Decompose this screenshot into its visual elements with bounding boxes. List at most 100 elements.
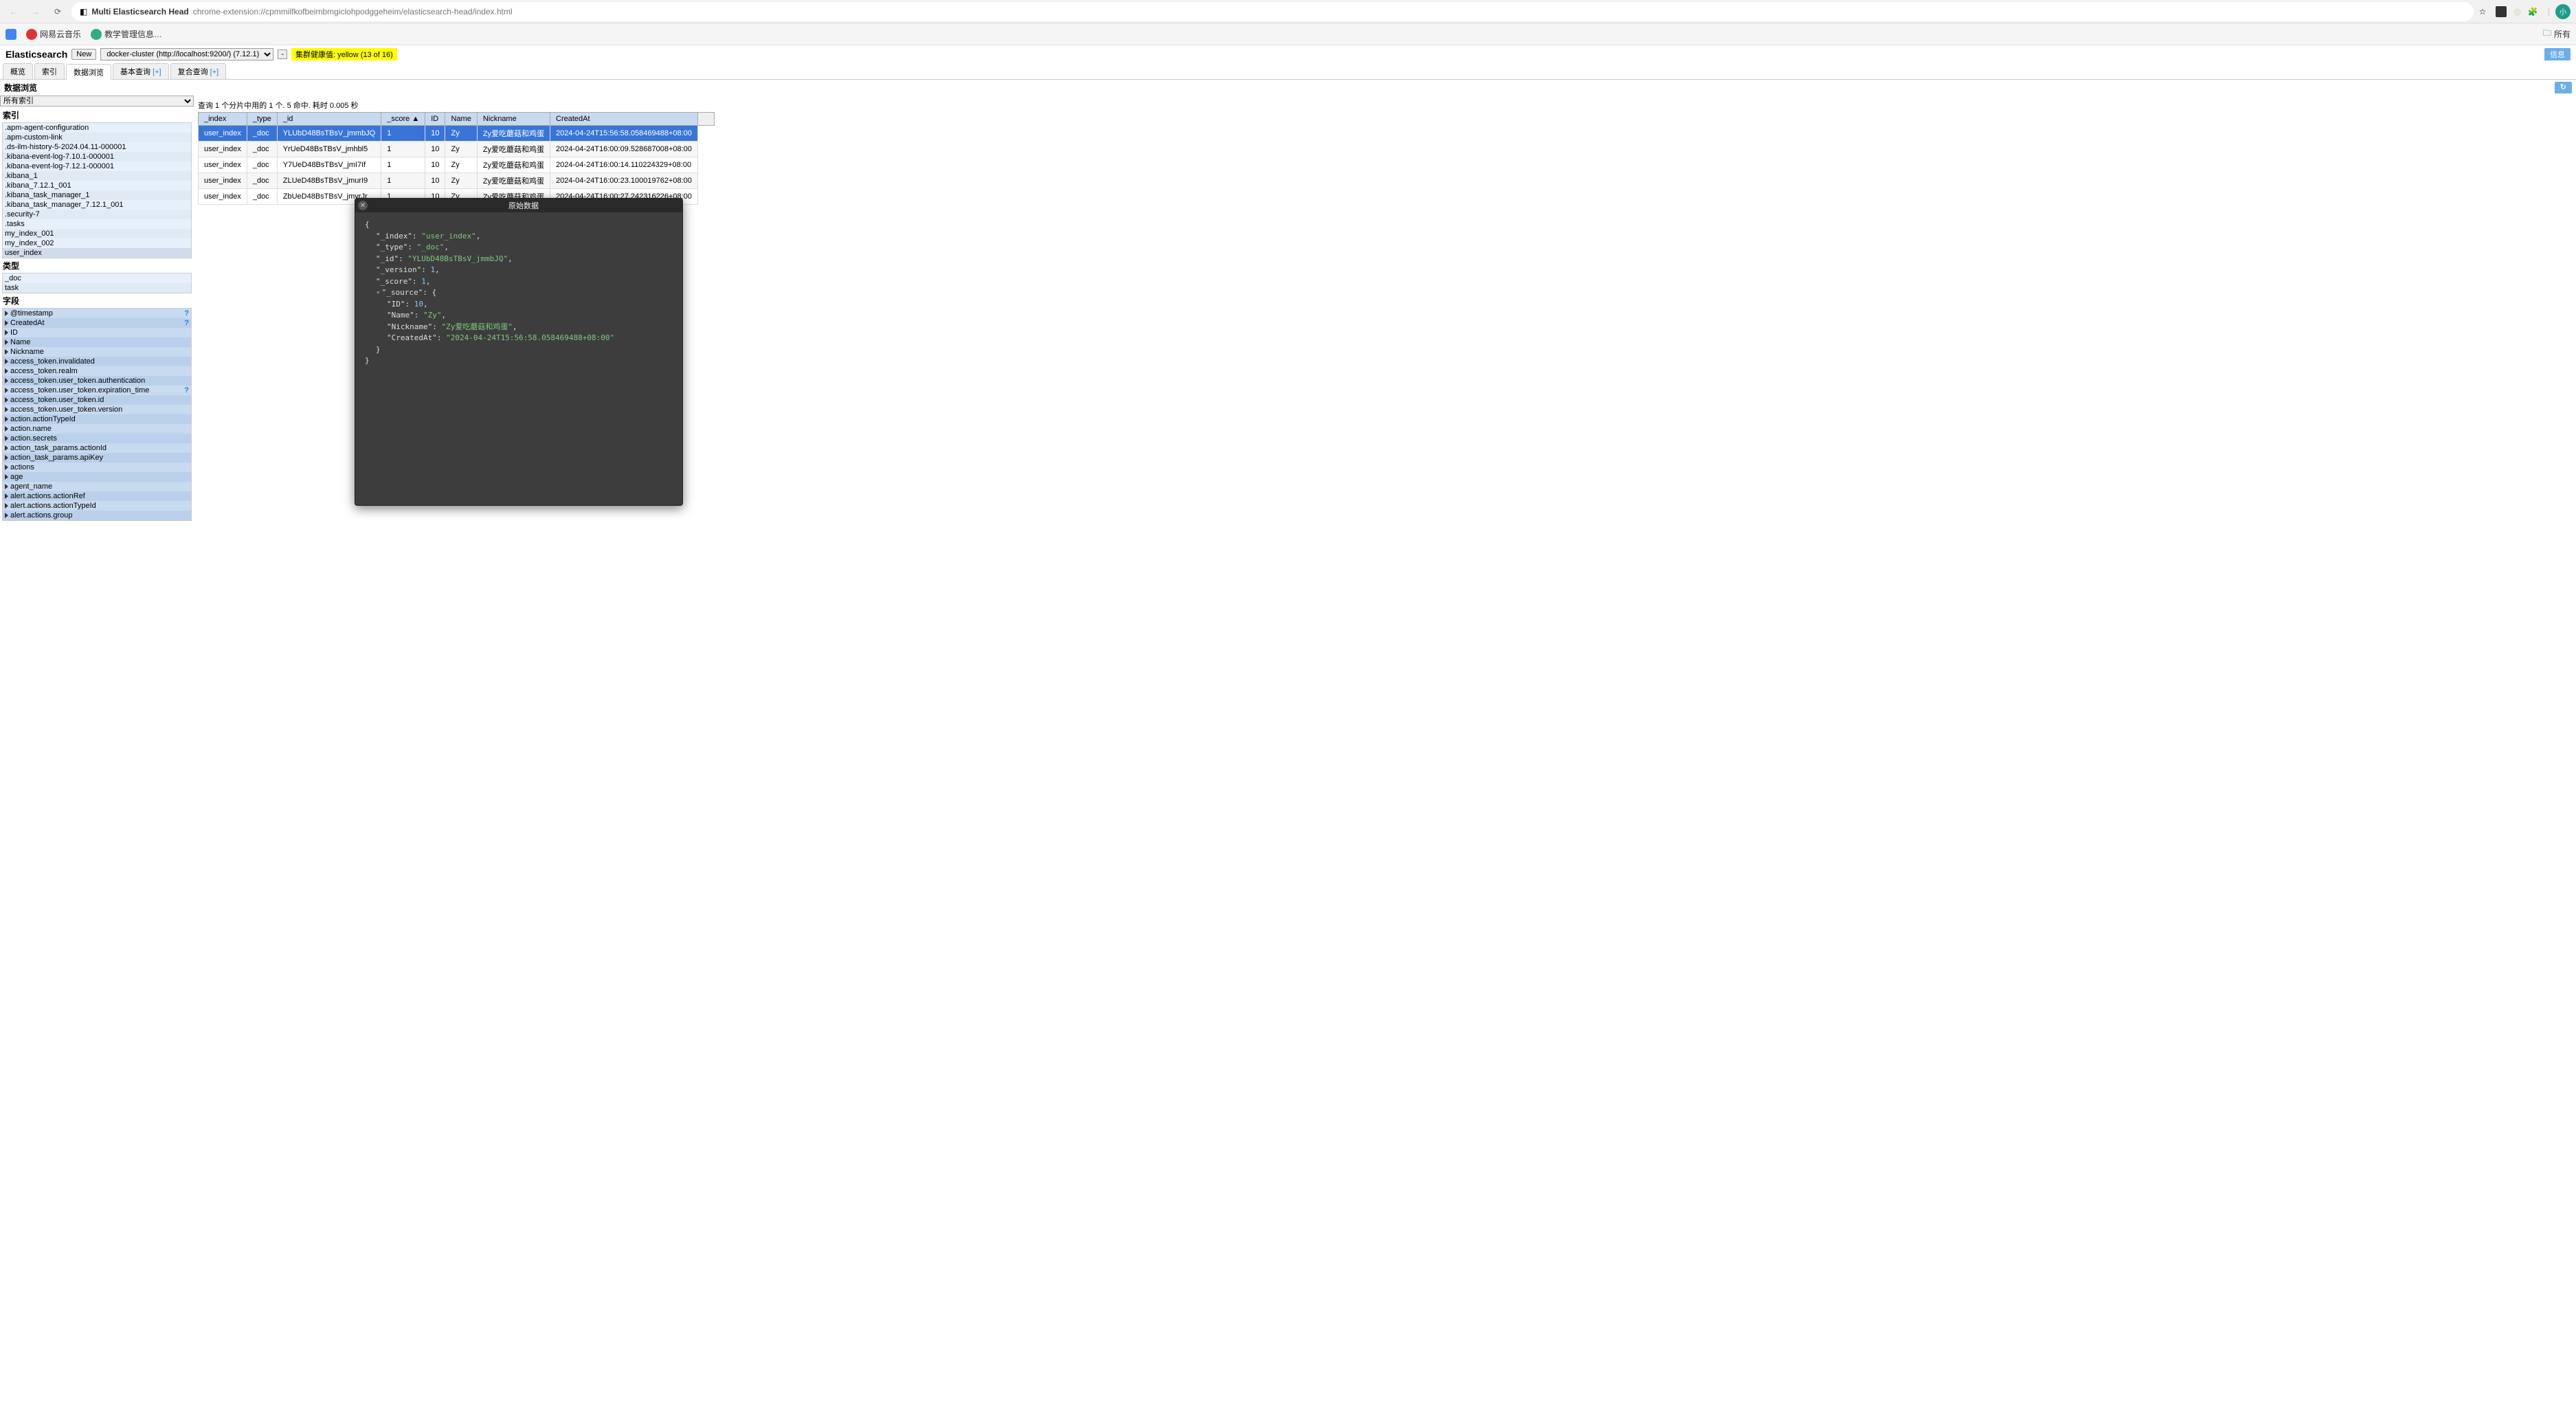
field-item[interactable]: actions: [3, 463, 191, 472]
expand-triangle-icon[interactable]: [5, 484, 8, 489]
tab-basic-query[interactable]: 基本查询 [+]: [113, 63, 169, 79]
table-row[interactable]: user_index_docYLUbD48BsTBsV_jmmbJQ110ZyZ…: [199, 126, 715, 142]
index-item[interactable]: .kibana_1: [3, 171, 191, 181]
expand-triangle-icon[interactable]: [5, 503, 8, 509]
help-icon[interactable]: ?: [184, 309, 189, 317]
expand-triangle-icon[interactable]: [5, 359, 8, 364]
index-item[interactable]: .kibana_7.12.1_001: [3, 181, 191, 190]
expand-triangle-icon[interactable]: [5, 455, 8, 460]
column-header[interactable]: _index: [199, 113, 247, 126]
puzzle-icon[interactable]: 🧩: [2528, 7, 2538, 16]
expand-triangle-icon[interactable]: [5, 339, 8, 345]
field-item[interactable]: access_token.user_token.version: [3, 405, 191, 414]
address-bar[interactable]: ◧ Multi Elasticsearch Head chrome-extens…: [71, 2, 2474, 21]
bookmark-wangyi[interactable]: 网易云音乐: [26, 28, 81, 40]
expand-triangle-icon[interactable]: [5, 436, 8, 441]
field-item[interactable]: access_token.user_token.expiration_time?: [3, 386, 191, 395]
column-header[interactable]: CreatedAt: [550, 113, 698, 126]
table-row[interactable]: user_index_docYrUeD48BsTBsV_jmhbl5110ZyZ…: [199, 142, 715, 157]
index-item[interactable]: .kibana_task_manager_1: [3, 190, 191, 200]
column-header[interactable]: Nickname: [477, 113, 550, 126]
table-row[interactable]: user_index_docZLUeD48BsTBsV_jmurI9110ZyZ…: [199, 173, 715, 189]
field-item[interactable]: access_token.user_token.id: [3, 395, 191, 405]
tab-indices[interactable]: 索引: [34, 63, 65, 79]
column-header[interactable]: _score ▲: [381, 113, 425, 126]
column-header[interactable]: Name: [445, 113, 477, 126]
expand-triangle-icon[interactable]: [5, 445, 8, 451]
expand-triangle-icon[interactable]: [5, 388, 8, 393]
expand-triangle-icon[interactable]: [5, 349, 8, 355]
column-header[interactable]: _id: [277, 113, 381, 126]
index-item[interactable]: .apm-custom-link: [3, 133, 191, 142]
star-icon[interactable]: ☆: [2479, 7, 2487, 16]
expand-triangle-icon[interactable]: [5, 474, 8, 480]
field-item[interactable]: action_task_params.apiKey: [3, 453, 191, 463]
profile-avatar[interactable]: 小: [2555, 4, 2571, 19]
field-item[interactable]: action_task_params.actionId: [3, 443, 191, 453]
expand-triangle-icon[interactable]: [5, 493, 8, 499]
column-header[interactable]: ID: [425, 113, 445, 126]
table-row[interactable]: user_index_docY7UeD48BsTBsV_jmI7If110ZyZ…: [199, 157, 715, 173]
cluster-select[interactable]: docker-cluster (http://localhost:9200/) …: [100, 48, 273, 60]
help-icon[interactable]: ?: [184, 319, 189, 327]
field-item[interactable]: access_token.realm: [3, 366, 191, 376]
tab-browser[interactable]: 数据浏览: [66, 64, 111, 80]
field-item[interactable]: ID: [3, 328, 191, 337]
field-item[interactable]: access_token.user_token.authentication: [3, 376, 191, 386]
field-item[interactable]: @timestamp?: [3, 309, 191, 318]
field-item[interactable]: age: [3, 472, 191, 482]
close-icon[interactable]: ✕: [358, 201, 368, 210]
field-item[interactable]: action.name: [3, 424, 191, 434]
index-item[interactable]: .security-7: [3, 210, 191, 219]
bookmark-jiaoxue[interactable]: 教学管理信息…: [91, 28, 162, 40]
tab-compound-query[interactable]: 复合查询 [+]: [170, 63, 227, 79]
forward-button[interactable]: →: [27, 3, 44, 20]
new-cluster-button[interactable]: New: [71, 49, 96, 60]
expand-triangle-icon[interactable]: [5, 407, 8, 412]
field-item[interactable]: alert.actions.actionTypeId: [3, 501, 191, 511]
index-item[interactable]: my_index_002: [3, 238, 191, 248]
popup-titlebar[interactable]: ✕ 原始数据: [355, 199, 682, 212]
help-icon[interactable]: ?: [184, 386, 189, 394]
field-item[interactable]: Nickname: [3, 347, 191, 357]
tab-overview[interactable]: 概览: [3, 63, 33, 79]
index-item[interactable]: .kibana-event-log-7.10.1-000001: [3, 152, 191, 161]
column-header[interactable]: _type: [247, 113, 277, 126]
collapse-button[interactable]: -: [278, 49, 287, 59]
index-item[interactable]: .kibana_task_manager_7.12.1_001: [3, 200, 191, 210]
expand-triangle-icon[interactable]: [5, 416, 8, 422]
index-item[interactable]: .tasks: [3, 219, 191, 229]
raw-data-popup[interactable]: ✕ 原始数据 { "_index": "user_index", "_type"…: [355, 198, 683, 506]
expand-triangle-icon[interactable]: [5, 368, 8, 374]
info-button[interactable]: 信息: [2544, 48, 2571, 60]
field-item[interactable]: agent_name: [3, 482, 191, 491]
field-item[interactable]: Name: [3, 337, 191, 347]
all-indices-select[interactable]: 所有索引: [0, 96, 194, 107]
expand-triangle-icon[interactable]: [5, 330, 8, 335]
type-item[interactable]: _doc: [3, 274, 191, 283]
field-item[interactable]: alert.actions.group: [3, 511, 191, 520]
field-item[interactable]: alert.actions.actionRef: [3, 491, 191, 501]
field-item[interactable]: access_token.invalidated: [3, 357, 191, 366]
expand-triangle-icon[interactable]: [5, 397, 8, 403]
refresh-button[interactable]: ↻: [2555, 82, 2572, 93]
back-button[interactable]: ←: [5, 3, 22, 20]
index-item[interactable]: user_index: [3, 248, 191, 258]
reload-button[interactable]: ⟳: [49, 3, 66, 20]
type-item[interactable]: task: [3, 283, 191, 293]
ext-icon-2[interactable]: ◎: [2513, 7, 2520, 16]
expand-triangle-icon[interactable]: [5, 378, 8, 383]
expand-triangle-icon[interactable]: [5, 513, 8, 518]
expand-triangle-icon[interactable]: [5, 426, 8, 432]
expand-triangle-icon[interactable]: [5, 465, 8, 470]
index-item[interactable]: .ds-ilm-history-5-2024.04.11-000001: [3, 142, 191, 152]
expand-triangle-icon[interactable]: [5, 320, 8, 326]
field-item[interactable]: CreatedAt?: [3, 318, 191, 328]
index-item[interactable]: my_index_001: [3, 229, 191, 238]
expand-triangle-icon[interactable]: [5, 311, 8, 316]
field-item[interactable]: action.actionTypeId: [3, 414, 191, 424]
bookmark-apps[interactable]: [5, 29, 16, 40]
index-item[interactable]: .apm-agent-configuration: [3, 123, 191, 133]
ext-icon-1[interactable]: [2496, 6, 2507, 17]
field-item[interactable]: action.secrets: [3, 434, 191, 443]
